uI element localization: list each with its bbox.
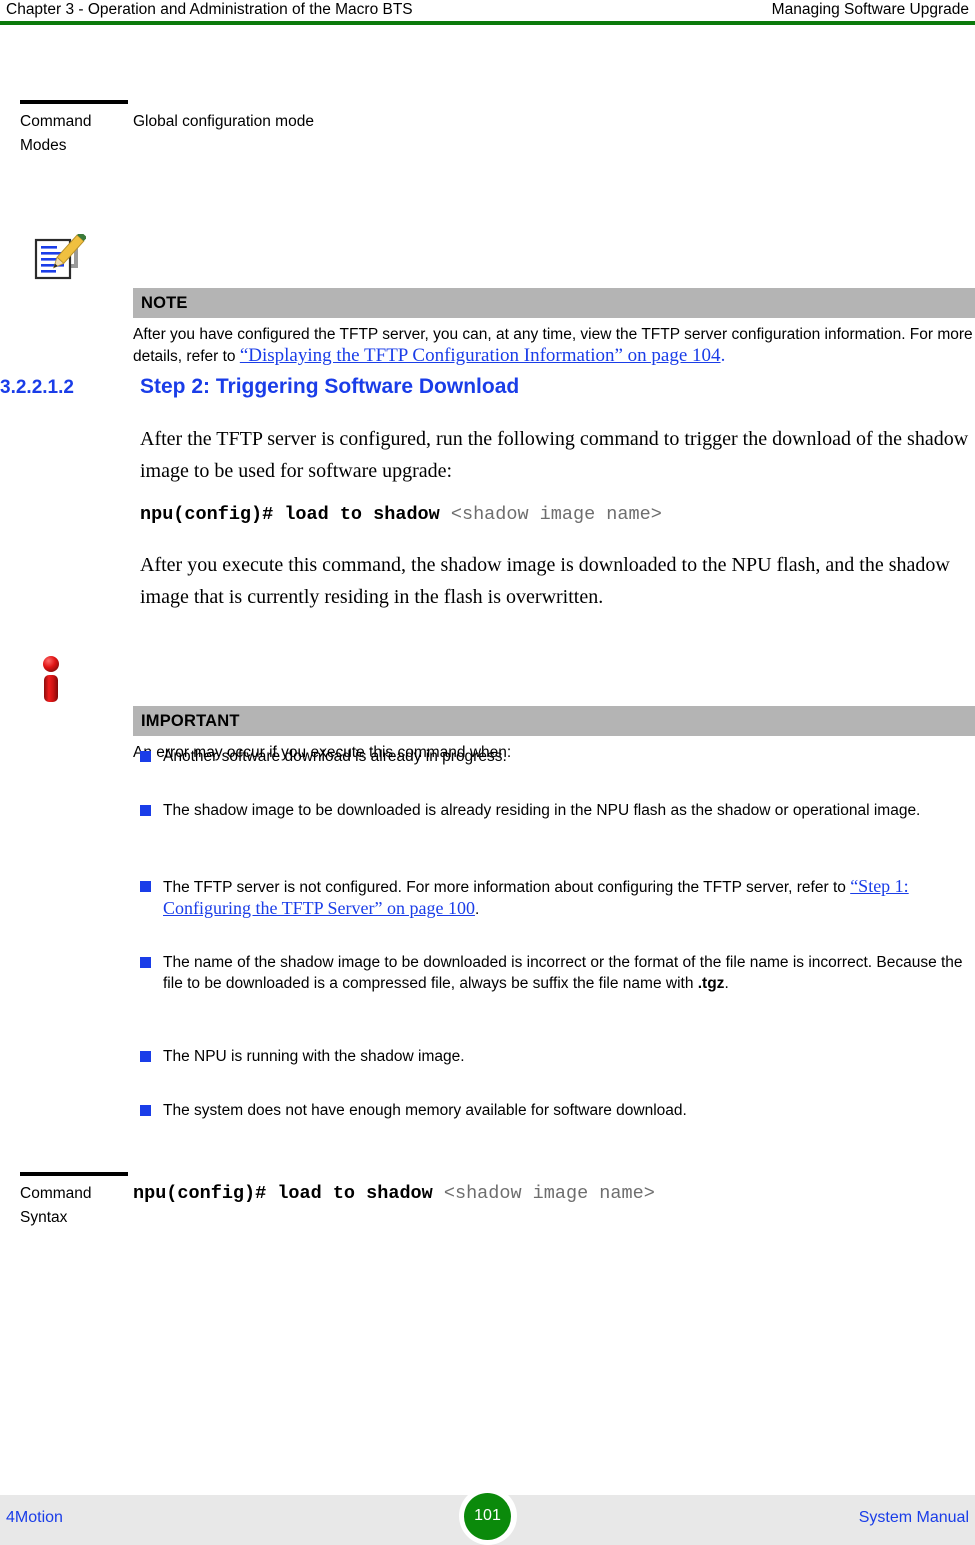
- bullet-square-icon: [140, 1051, 151, 1062]
- list-item-bold-extension: .tgz: [697, 975, 725, 992]
- note-pencil-document-icon: [30, 231, 88, 290]
- important-info-icon: [30, 652, 86, 708]
- list-item-text: The shadow image to be downloaded is alr…: [163, 802, 921, 819]
- header-divider-rule: [0, 21, 975, 25]
- important-title-bar: IMPORTANT: [133, 706, 975, 736]
- section-title: Step 2: Triggering Software Download: [140, 375, 520, 398]
- footer-product-name: 4Motion: [6, 1509, 63, 1526]
- command-code-line: npu(config)# load to shadow <shadow imag…: [140, 503, 975, 527]
- command-modes-label-line1: Command: [20, 113, 92, 130]
- list-item-text: The TFTP server is not configured. For m…: [163, 876, 975, 920]
- paragraph-intro: After the TFTP server is configured, run…: [140, 428, 969, 482]
- command-code-argument: <shadow image name>: [450, 504, 662, 525]
- footer-manual-name: System Manual: [858, 1509, 969, 1526]
- command-modes-label-line2: Modes: [20, 137, 67, 154]
- command-modes-row: Command Modes Global configuration mode: [20, 100, 975, 158]
- list-item-text-before: The name of the shadow image to be downl…: [163, 954, 963, 992]
- footer-page-number: 101: [464, 1492, 511, 1540]
- command-syntax-value: npu(config)# load to shadow <shadow imag…: [133, 1182, 975, 1206]
- bullet-square-icon: [140, 881, 151, 892]
- paragraph-result: After you execute this command, the shad…: [140, 554, 950, 608]
- list-item: The NPU is running with the shadow image…: [140, 1046, 975, 1067]
- command-modes-label: Command Modes: [20, 110, 133, 158]
- list-item-text-before: The TFTP server is not configured. For m…: [163, 879, 851, 896]
- command-syntax-row: Command Syntax npu(config)# load to shad…: [20, 1172, 975, 1230]
- list-item-text: Another software download is already in …: [163, 748, 507, 765]
- command-syntax-label: Command Syntax: [20, 1182, 133, 1230]
- command-syntax-label-line2: Syntax: [20, 1209, 68, 1226]
- command-syntax-argument: <shadow image name>: [443, 1183, 655, 1204]
- note-title: NOTE: [141, 293, 188, 312]
- note-text-after: .: [720, 345, 726, 366]
- note-title-bar: NOTE: [133, 288, 975, 318]
- important-title: IMPORTANT: [141, 711, 240, 730]
- command-syntax-command: npu(config)# load to shadow: [133, 1183, 433, 1204]
- list-item: The shadow image to be downloaded is alr…: [140, 800, 975, 821]
- list-item: The name of the shadow image to be downl…: [140, 952, 975, 994]
- section-heading: 3.2.2.1.2 Step 2: Triggering Software Do…: [0, 375, 975, 399]
- note-admonition: NOTE After you have configured the TFTP …: [20, 231, 975, 367]
- bullet-square-icon: [140, 751, 151, 762]
- command-code-command: npu(config)# load to shadow: [140, 504, 440, 525]
- command-modes-value: Global configuration mode: [133, 113, 314, 130]
- bullet-square-icon: [140, 957, 151, 968]
- list-item: The system does not have enough memory a…: [140, 1100, 975, 1121]
- bullet-square-icon: [140, 1105, 151, 1116]
- note-cross-reference-link[interactable]: “Displaying the TFTP Configuration Infor…: [240, 345, 721, 366]
- header-section-title: Managing Software Upgrade: [771, 1, 969, 18]
- list-item-text: The NPU is running with the shadow image…: [163, 1048, 465, 1065]
- note-body: NOTE After you have configured the TFTP …: [133, 288, 975, 367]
- section-number: 3.2.2.1.2: [0, 377, 74, 398]
- list-item-text-after: .: [474, 901, 480, 918]
- header-chapter-title: Chapter 3 - Operation and Administration…: [6, 1, 413, 18]
- bullet-square-icon: [140, 805, 151, 816]
- list-item: Another software download is already in …: [140, 746, 975, 767]
- command-syntax-label-line1: Command: [20, 1185, 92, 1202]
- note-text: After you have configured the TFTP serve…: [133, 318, 975, 367]
- command-syntax-rule: [20, 1172, 128, 1176]
- footer-page-badge: 101: [458, 1487, 517, 1545]
- list-item-text: The name of the shadow image to be downl…: [163, 952, 975, 994]
- command-modes-rule: [20, 100, 128, 104]
- list-item-text: The system does not have enough memory a…: [163, 1102, 687, 1119]
- list-item: The TFTP server is not configured. For m…: [140, 876, 975, 920]
- list-item-text-after: .: [724, 975, 729, 992]
